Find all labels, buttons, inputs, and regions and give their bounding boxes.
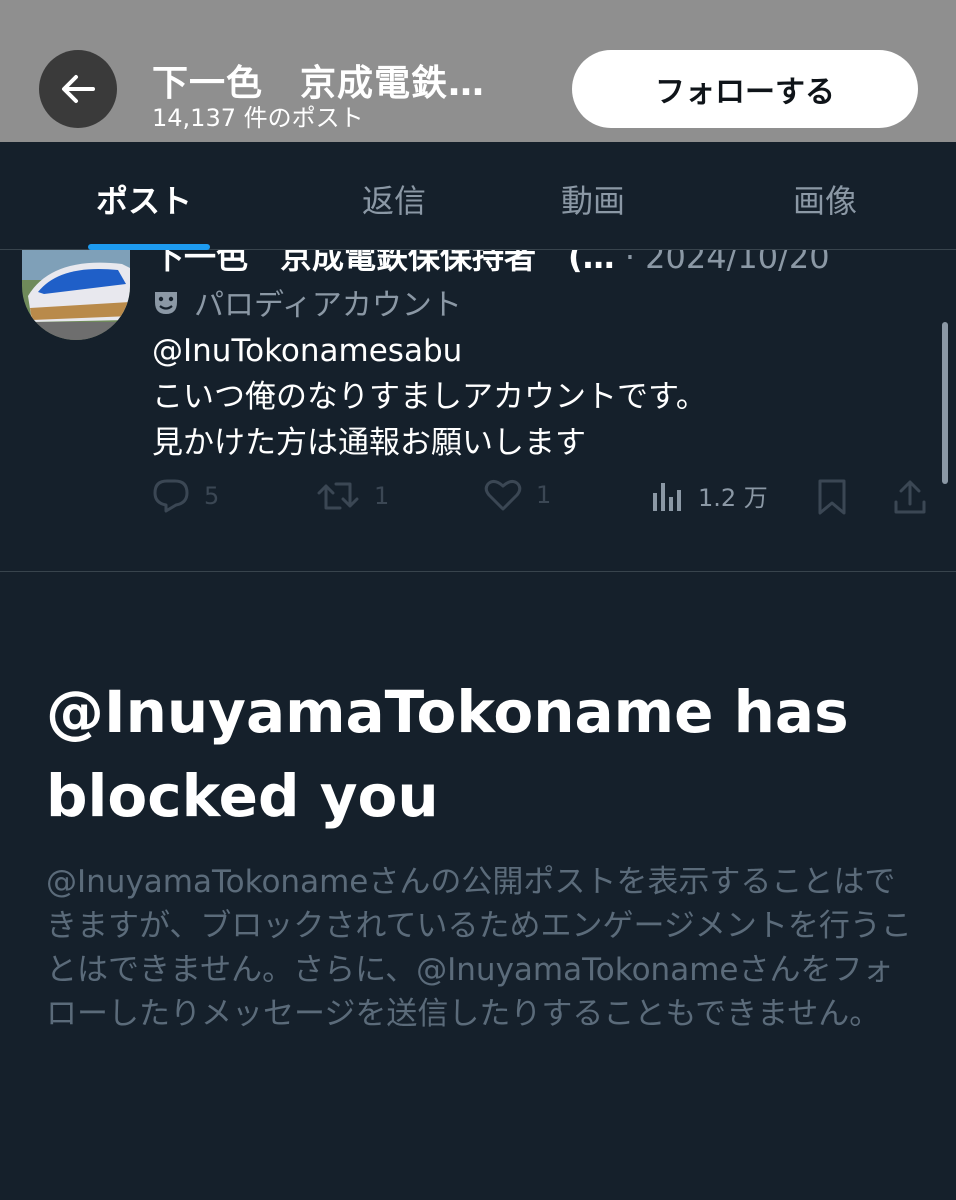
parody-account-text: パロディアカウント [194, 288, 462, 323]
views-count: 1.2 万 [698, 484, 768, 512]
repost-icon [317, 482, 359, 510]
like-count: 1 [536, 481, 552, 509]
reply-count: 5 [204, 482, 220, 510]
profile-header: 下一色 京成電鉄… 14,137 件のポスト フォローする [0, 0, 956, 142]
post-author-name[interactable]: 下一色 京成電鉄保保持者 (… [152, 250, 615, 276]
more-dots-icon[interactable]: ··· [890, 250, 925, 265]
post-text: @InuTokonamesabu こいつ俺のなりすましアカウントです。 見かけた… [152, 328, 707, 466]
reply-icon [153, 479, 189, 513]
post-count: 14,137 件のポスト [152, 104, 364, 132]
arrow-left-icon [62, 75, 95, 103]
post-card[interactable]: 下一色 京成電鉄保保持者 (… · 2024/10/20 ··· パロディアカウ… [0, 250, 956, 572]
share-icon [894, 480, 926, 514]
profile-tabs: ポスト 返信 動画 画像 [0, 142, 956, 250]
post-actions: 5 1 1 1.2 万 [0, 478, 956, 528]
share-button[interactable] [892, 478, 928, 516]
heart-icon [484, 479, 522, 511]
back-button[interactable] [39, 50, 117, 128]
follow-button[interactable]: フォローする [572, 50, 918, 128]
like-button[interactable]: 1 [484, 478, 551, 512]
bar-chart-icon [653, 482, 681, 511]
tab-images[interactable]: 画像 [793, 176, 857, 222]
blocked-title: @InuyamaTokoname has blocked you [46, 678, 849, 830]
theater-mask-icon [155, 292, 177, 314]
views-button[interactable]: 1.2 万 [650, 478, 768, 513]
reply-button[interactable]: 5 [152, 478, 219, 514]
parody-label: パロディアカウント [152, 280, 462, 324]
post-mention[interactable]: @InuTokonamesabu [152, 328, 707, 374]
post-date[interactable]: · 2024/10/20 [625, 250, 830, 276]
bookmark-button[interactable] [816, 478, 848, 516]
post-text-line: 見かけた方は通報お願いします [152, 425, 586, 461]
tab-replies[interactable]: 返信 [362, 176, 426, 222]
scrollbar[interactable] [942, 322, 948, 484]
post-text-line: こいつ俺のなりすましアカウントです。 [152, 379, 707, 415]
repost-button[interactable]: 1 [316, 478, 389, 514]
tab-videos[interactable]: 動画 [561, 176, 625, 222]
post-header: 下一色 京成電鉄保保持者 (… · 2024/10/20 [152, 250, 830, 278]
repost-count: 1 [374, 482, 390, 510]
bookmark-icon [818, 479, 846, 515]
tab-posts[interactable]: ポスト [96, 176, 192, 222]
blocked-description: @InuyamaTokonameさんの公開ポストを表示することはできますが、ブロ… [46, 864, 912, 1032]
avatar[interactable] [22, 250, 130, 340]
